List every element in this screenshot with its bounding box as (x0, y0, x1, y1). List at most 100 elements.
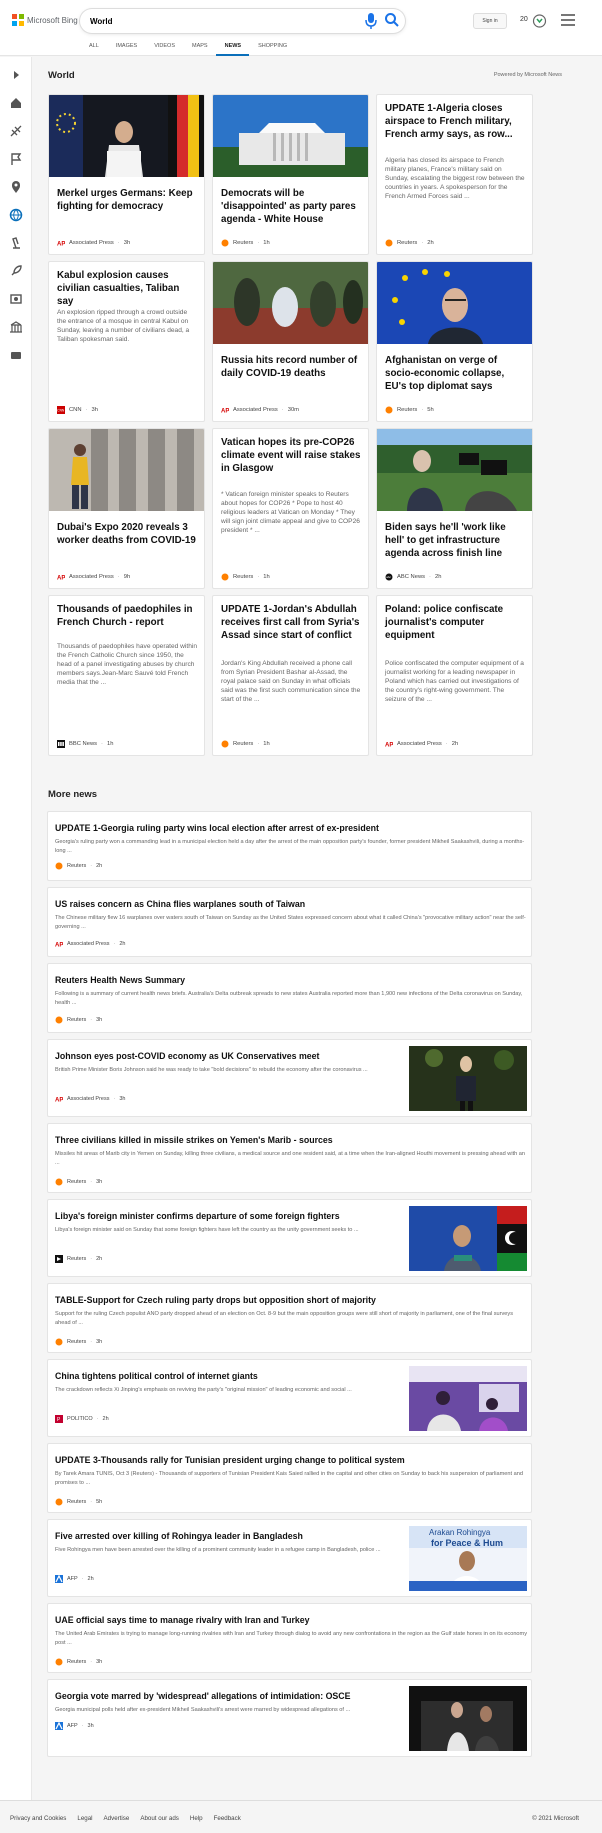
search-input[interactable] (90, 13, 340, 29)
home-icon[interactable] (8, 95, 24, 111)
item-title[interactable]: Johnson eyes post-COVID economy as UK Co… (55, 1051, 319, 1061)
sign-in-button[interactable]: Sign in (473, 13, 507, 29)
card-title[interactable]: Kabul explosion causes civilian casualti… (57, 269, 198, 308)
news-card-democrats[interactable]: Democrats will be 'disappointed' as part… (212, 94, 369, 255)
news-card-kabul[interactable]: Kabul explosion causes civilian casualti… (48, 261, 205, 422)
mic-icon[interactable] (364, 12, 378, 30)
science-icon[interactable] (8, 235, 24, 251)
more-news-item-uae[interactable]: UAE official says time to manage rivalry… (47, 1603, 532, 1673)
more-news-item-libya[interactable]: Libya's foreign minister confirms depart… (47, 1199, 532, 1277)
news-card-merkel[interactable]: Merkel urges Germans: Keep fighting for … (48, 94, 205, 255)
source-name: Associated Press (397, 741, 442, 747)
item-title[interactable]: TABLE-Support for Czech ruling party dro… (55, 1295, 376, 1305)
item-snippet: The United Arab Emirates is trying to ma… (55, 1631, 528, 1646)
feedback-link[interactable]: Feedback (214, 1815, 241, 1822)
news-card-vatican[interactable]: Vatican hopes its pre-COP26 climate even… (212, 428, 369, 589)
tab-shopping[interactable]: Shopping (249, 42, 295, 56)
search-icon[interactable] (384, 12, 400, 28)
card-title[interactable]: Russia hits record number of daily COVID… (221, 354, 362, 380)
tab-images[interactable]: Images (107, 42, 145, 56)
item-title[interactable]: UPDATE 1-Georgia ruling party wins local… (55, 823, 379, 833)
card-title[interactable]: UPDATE 1-Jordan's Abdullah receives firs… (221, 603, 362, 642)
card-source: Reuters · 1h (221, 239, 270, 247)
news-card-afghanistan[interactable]: Afghanistan on verge of socio-economic c… (376, 261, 533, 422)
more-news-item-yemen[interactable]: Three civilians killed in missile strike… (47, 1123, 532, 1193)
item-source: AP Associated Press · 2h (55, 940, 126, 948)
news-card-france-church[interactable]: Thousands of paedophiles in French Churc… (48, 595, 205, 756)
card-title[interactable]: Thousands of paedophiles in French Churc… (57, 603, 198, 629)
item-snippet: British Prime Minister Boris Johnson sai… (55, 1067, 368, 1073)
news-card-poland[interactable]: Poland: police confiscate journalist's c… (376, 595, 533, 756)
privacy-cookies-link[interactable]: Privacy and Cookies (10, 1815, 66, 1822)
rewards-icon[interactable] (532, 10, 547, 32)
news-card-dubai[interactable]: Dubai's Expo 2020 reveals 3 worker death… (48, 428, 205, 589)
legal-link[interactable]: Legal (77, 1815, 92, 1822)
tab-news[interactable]: News (215, 42, 250, 56)
more-news-item-georgia-vote[interactable]: Georgia vote marred by 'widespread' alle… (47, 1679, 532, 1757)
tab-maps[interactable]: Maps (183, 42, 216, 56)
flag-icon[interactable] (8, 151, 24, 167)
item-title[interactable]: UAE official says time to manage rivalry… (55, 1615, 310, 1625)
rewards-count[interactable]: 20 (520, 16, 528, 23)
item-title[interactable]: UPDATE 3-Thousands rally for Tunisian pr… (55, 1455, 405, 1465)
about-our-ads-link[interactable]: About our ads (140, 1815, 179, 1822)
johnson-image (409, 1046, 527, 1111)
rocket-icon[interactable] (8, 263, 24, 279)
news-card-jordan[interactable]: UPDATE 1-Jordan's Abdullah receives firs… (212, 595, 369, 756)
more-news-item-china[interactable]: China tightens political control of inte… (47, 1359, 532, 1437)
item-title[interactable]: Five arrested over killing of Rohingya l… (55, 1531, 303, 1541)
entertainment-icon[interactable] (8, 291, 24, 307)
card-title[interactable]: UPDATE 1-Algeria closes airspace to Fren… (385, 102, 526, 141)
card-title[interactable]: Merkel urges Germans: Keep fighting for … (57, 187, 198, 213)
money-icon[interactable] (8, 319, 24, 335)
more-news-item-health[interactable]: Reuters Health News Summary Following is… (47, 963, 532, 1033)
video-icon[interactable] (8, 347, 24, 363)
item-title[interactable]: China tightens political control of inte… (55, 1371, 258, 1381)
source-time: 2h (102, 1416, 109, 1422)
card-title[interactable]: Dubai's Expo 2020 reveals 3 worker death… (57, 521, 198, 547)
expand-rail-icon[interactable] (8, 67, 24, 83)
sports-icon[interactable] (8, 123, 24, 139)
hamburger-menu-icon[interactable] (561, 14, 575, 26)
search-box[interactable] (80, 9, 405, 33)
item-title[interactable]: Libya's foreign minister confirms depart… (55, 1211, 340, 1221)
more-news-item-tunisia[interactable]: UPDATE 3-Thousands rally for Tunisian pr… (47, 1443, 532, 1513)
reuters-logo-icon (221, 573, 229, 581)
more-news-item-georgia[interactable]: UPDATE 1-Georgia ruling party wins local… (47, 811, 532, 881)
item-title[interactable]: US raises concern as China flies warplan… (55, 899, 305, 909)
card-title[interactable]: Biden says he'll 'work like hell' to get… (385, 521, 526, 560)
globe-icon[interactable] (8, 207, 24, 223)
source-name: Associated Press (233, 407, 278, 413)
item-title[interactable]: Reuters Health News Summary (55, 975, 185, 985)
more-news-item-czech[interactable]: TABLE-Support for Czech ruling party dro… (47, 1283, 532, 1353)
news-card-russia[interactable]: Russia hits record number of daily COVID… (212, 261, 369, 422)
advertise-link[interactable]: Advertise (104, 1815, 130, 1822)
ap-logo-icon: AP (221, 406, 229, 414)
reuters-logo-icon (55, 1498, 63, 1506)
tab-videos[interactable]: Videos (145, 42, 183, 56)
more-news-item-rohingya[interactable]: Five arrested over killing of Rohingya l… (47, 1519, 532, 1597)
more-news-item-taiwan[interactable]: US raises concern as China flies warplan… (47, 887, 532, 957)
bing-logo[interactable]: Microsoft Bing (12, 14, 78, 26)
location-icon[interactable] (8, 179, 24, 195)
card-title[interactable]: Vatican hopes its pre-COP26 climate even… (221, 436, 362, 475)
item-snippet: Missiles hit areas of Marib city in Yeme… (55, 1151, 526, 1166)
news-card-algeria[interactable]: UPDATE 1-Algeria closes airspace to Fren… (376, 94, 533, 255)
item-title[interactable]: Georgia vote marred by 'widespread' alle… (55, 1691, 351, 1701)
card-snippet: * Vatican foreign minister speaks to Reu… (221, 491, 360, 534)
card-title[interactable]: Poland: police confiscate journalist's c… (385, 603, 526, 642)
news-card-biden[interactable]: Biden says he'll 'work like hell' to get… (376, 428, 533, 589)
card-title[interactable]: Afghanistan on verge of socio-economic c… (385, 354, 526, 393)
more-news-item-johnson[interactable]: Johnson eyes post-COVID economy as UK Co… (47, 1039, 532, 1117)
russia-covid-image (213, 262, 368, 344)
source-name: Reuters (67, 1659, 87, 1665)
source-time: 3h (96, 1659, 103, 1665)
item-source: Reuters · 2h (55, 862, 102, 870)
source-name: Reuters (233, 240, 254, 246)
help-link[interactable]: Help (190, 1815, 203, 1822)
card-snippet: Thousands of paedophiles have operated w… (57, 643, 198, 686)
powered-by[interactable]: Powered by Microsoft News (494, 72, 562, 78)
tab-all[interactable]: All (80, 42, 107, 56)
item-title[interactable]: Three civilians killed in missile strike… (55, 1135, 333, 1145)
card-title[interactable]: Democrats will be 'disappointed' as part… (221, 187, 362, 226)
